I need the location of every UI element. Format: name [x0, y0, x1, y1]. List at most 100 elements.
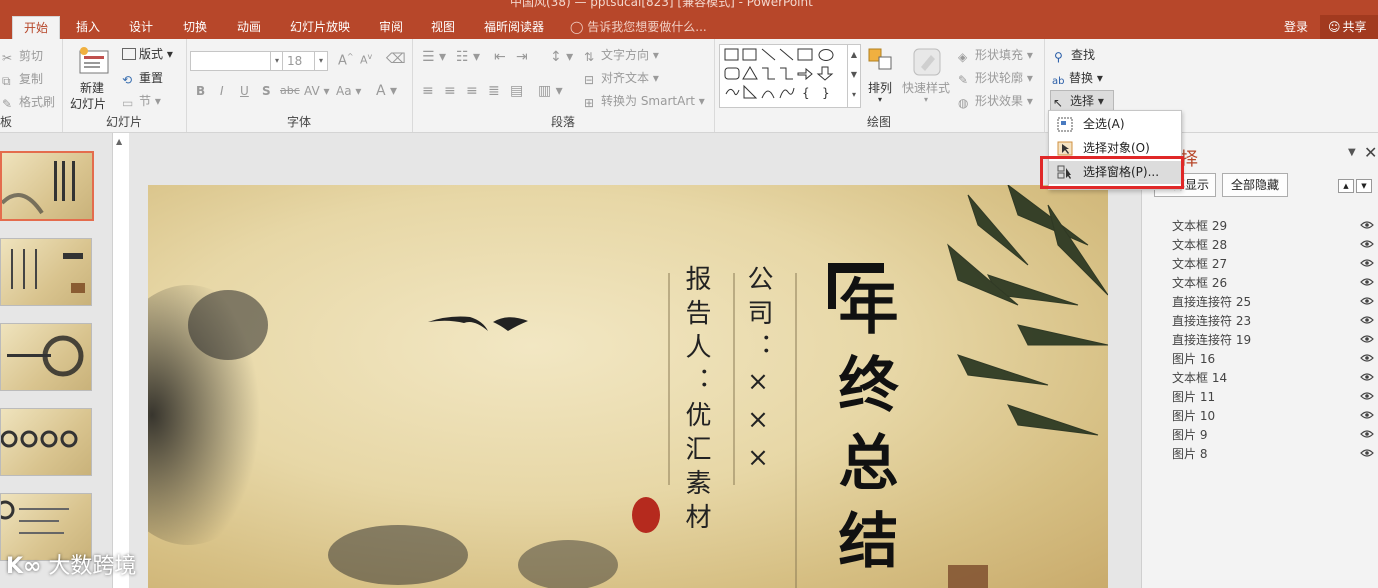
text-direction-icon: ⇅: [584, 50, 595, 64]
eye-icon[interactable]: [1360, 278, 1374, 286]
underline-button[interactable]: U: [240, 84, 249, 98]
reset-button[interactable]: ⟲ 重置: [122, 69, 163, 87]
font-group: ▾ 18 ▾ A^ Av ⌫ B I U S abc AV ▾ Aa ▾ A ▾ …: [186, 39, 413, 132]
line-spacing-icon[interactable]: ↕ ▾: [550, 49, 573, 65]
tab-foxit[interactable]: 福昕阅读器: [476, 16, 552, 39]
bullets-icon[interactable]: ☰ ▾: [422, 49, 446, 65]
tab-view[interactable]: 视图: [422, 16, 464, 39]
eye-icon[interactable]: [1360, 335, 1374, 343]
quick-styles-button[interactable]: 快速样式 ▾: [902, 45, 954, 111]
selection-list-item[interactable]: 文本框 29: [1172, 217, 1227, 234]
hide-all-button[interactable]: 全部隐藏: [1222, 173, 1288, 197]
shapes-gallery[interactable]: { } ▲ ▼ ▾: [719, 44, 861, 108]
eye-icon[interactable]: [1360, 259, 1374, 267]
font-size-combo[interactable]: 18 ▾: [282, 51, 328, 71]
share-button[interactable]: ☺ 共享: [1320, 15, 1378, 39]
thumbnail-scrollbar[interactable]: ▲: [112, 133, 129, 588]
eye-icon[interactable]: [1360, 392, 1374, 400]
selection-list-item[interactable]: 直接连接符 25: [1172, 293, 1251, 310]
arrange-button[interactable]: 排列 ▾: [864, 45, 898, 111]
new-slide-button[interactable]: 新建 幻灯片: [70, 45, 120, 113]
tab-animations[interactable]: 动画: [228, 16, 270, 39]
columns-icon[interactable]: ▥ ▾: [538, 83, 563, 99]
selection-list-item[interactable]: 直接连接符 19: [1172, 331, 1251, 348]
tab-insert[interactable]: 插入: [68, 16, 108, 39]
move-up-button[interactable]: ▲: [1338, 179, 1354, 193]
pane-close-icon[interactable]: ✕: [1364, 143, 1377, 162]
format-painter-button[interactable]: ✎ 格式刷: [2, 93, 55, 111]
selection-list-item[interactable]: 图片 16: [1172, 350, 1215, 367]
move-down-button[interactable]: ▼: [1356, 179, 1372, 193]
tab-transitions[interactable]: 切换: [174, 16, 216, 39]
slide-thumbnail-4[interactable]: [0, 408, 92, 476]
find-button[interactable]: ⚲ 查找: [1054, 46, 1095, 64]
select-button[interactable]: ↖ 选择 ▾: [1050, 90, 1114, 112]
shape-fill-button[interactable]: ◈ 形状填充 ▾: [958, 46, 1033, 64]
shrink-font-button[interactable]: Av: [360, 52, 372, 67]
selection-list-item[interactable]: 文本框 14: [1172, 369, 1227, 386]
distributed-icon[interactable]: ▤: [510, 83, 523, 99]
change-case-button[interactable]: Aa ▾: [336, 84, 361, 98]
eye-icon[interactable]: [1360, 430, 1374, 438]
decrease-indent-icon[interactable]: ⇤: [494, 49, 506, 65]
selection-list-item[interactable]: 图片 9: [1172, 426, 1207, 443]
selection-list-item[interactable]: 直接连接符 23: [1172, 312, 1251, 329]
selection-pane: 择 ▼ ✕ 全部显示 全部隐藏 ▲ ▼ 文本框 29 文本框 28 文本框 27 文本…: [1141, 133, 1378, 588]
selection-list-item[interactable]: 图片 11: [1172, 388, 1215, 405]
numbering-icon[interactable]: ☷ ▾: [456, 49, 480, 65]
align-center-icon[interactable]: ≡: [444, 83, 456, 99]
copy-button[interactable]: ⧉ 复制: [2, 70, 43, 88]
menu-item-select-all[interactable]: 全选(A): [1049, 113, 1181, 136]
bold-button[interactable]: B: [196, 84, 205, 98]
align-text-button[interactable]: ⊟ 对齐文本 ▾: [584, 69, 659, 87]
selection-list-item[interactable]: 文本框 28: [1172, 236, 1227, 253]
eye-icon[interactable]: [1360, 373, 1374, 381]
justify-icon[interactable]: ≣: [488, 83, 500, 99]
section-button[interactable]: ▭ 节 ▾: [122, 92, 161, 110]
tab-design[interactable]: 设计: [120, 16, 162, 39]
increase-indent-icon[interactable]: ⇥: [516, 49, 528, 65]
strikethrough-button[interactable]: abc: [280, 84, 300, 97]
slide-thumbnail-2[interactable]: [0, 238, 92, 306]
pane-options-chevron-icon[interactable]: ▼: [1348, 147, 1356, 158]
eye-icon[interactable]: [1360, 411, 1374, 419]
shadow-button[interactable]: S: [262, 84, 271, 98]
gallery-scroll[interactable]: ▲ ▼ ▾: [847, 45, 860, 107]
grow-font-button[interactable]: A^: [338, 52, 354, 68]
layout-button[interactable]: 版式 ▾: [122, 45, 173, 62]
cut-button[interactable]: ✂ 剪切: [2, 47, 43, 65]
eye-icon[interactable]: [1360, 240, 1374, 248]
eye-icon[interactable]: [1360, 297, 1374, 305]
shape-effects-button[interactable]: ◍ 形状效果 ▾: [958, 92, 1033, 110]
char-spacing-button[interactable]: AV ▾: [304, 84, 330, 98]
scroll-up-arrow[interactable]: ▲: [116, 137, 122, 146]
slide-thumbnail-3[interactable]: [0, 323, 92, 391]
italic-button[interactable]: I: [220, 84, 224, 98]
convert-smartart-button[interactable]: ⊞ 转换为 SmartArt ▾: [584, 92, 705, 110]
thumbnail-art: [11, 249, 85, 293]
font-name-combo[interactable]: ▾: [190, 51, 284, 71]
replace-button[interactable]: ab 替换 ▾: [1052, 69, 1103, 89]
selection-list-item[interactable]: 文本框 27: [1172, 255, 1227, 272]
align-right-icon[interactable]: ≡: [466, 83, 478, 99]
slide-thumbnail-1[interactable]: [0, 151, 94, 221]
selection-list-item[interactable]: 图片 10: [1172, 407, 1215, 424]
text-direction-button[interactable]: ⇅ 文字方向 ▾: [584, 46, 659, 64]
tab-slideshow[interactable]: 幻灯片放映: [282, 16, 358, 39]
tab-review[interactable]: 审阅: [370, 16, 412, 39]
font-color-button[interactable]: A ▾: [376, 83, 397, 99]
eye-icon[interactable]: [1360, 354, 1374, 362]
tell-me-box[interactable]: ◯ 告诉我您想要做什么...: [570, 18, 707, 35]
shape-outline-button[interactable]: ✎ 形状轮廓 ▾: [958, 69, 1033, 87]
slide-canvas[interactable]: 报告人：优汇素材 公司：××× 年终总结: [148, 185, 1108, 588]
clear-format-icon[interactable]: ⌫: [386, 51, 406, 67]
tab-home[interactable]: 开始: [12, 16, 60, 40]
selection-list-item[interactable]: 图片 8: [1172, 445, 1207, 462]
selection-list-item[interactable]: 文本框 26: [1172, 274, 1227, 291]
eye-icon[interactable]: [1360, 221, 1374, 229]
eye-icon[interactable]: [1360, 449, 1374, 457]
login-link[interactable]: 登录: [1284, 18, 1308, 35]
eye-icon[interactable]: [1360, 316, 1374, 324]
align-left-icon[interactable]: ≡: [422, 83, 434, 99]
reset-icon: ⟲: [122, 73, 133, 87]
